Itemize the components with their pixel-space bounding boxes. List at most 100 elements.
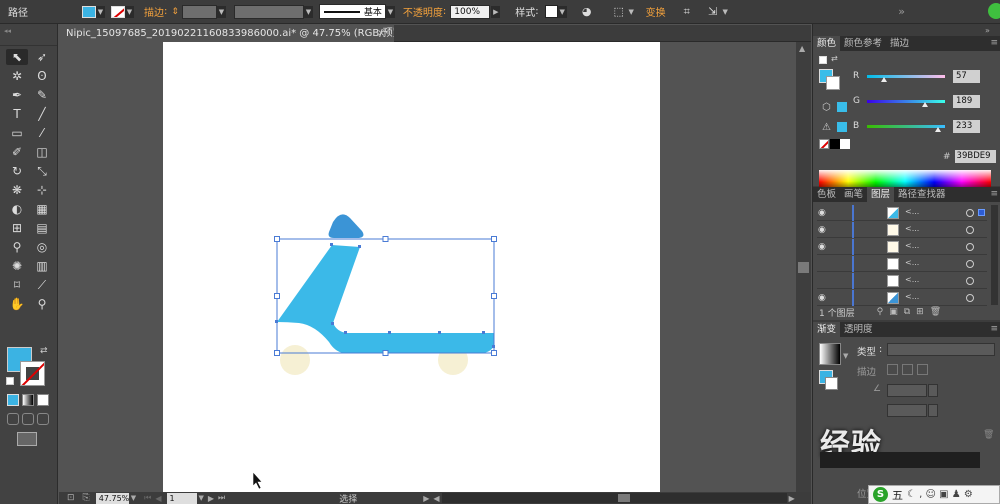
zoom-dropdown-icon[interactable]: ▼	[131, 494, 136, 502]
green-slider-knob[interactable]	[921, 101, 928, 107]
brush-definition-dropdown[interactable]: ▼	[385, 5, 395, 18]
stroke-dropdown-arrow[interactable]: ▼	[125, 5, 134, 18]
variable-width-field[interactable]	[233, 4, 304, 19]
close-tab-icon[interactable]: ×	[377, 25, 385, 42]
tab-transparency[interactable]: 透明度	[840, 322, 877, 337]
swap-fill-stroke-icon[interactable]: ⇄	[40, 346, 48, 356]
horizontal-scroll-thumb[interactable]	[617, 494, 630, 502]
stroke-color-box[interactable]	[20, 361, 45, 386]
gradient-angle-dropdown[interactable]	[928, 384, 938, 397]
document-tab[interactable]: Nipic_15097685_20190221160833986000.ai* …	[59, 25, 394, 42]
gradient-panel-menu-icon[interactable]: ≡	[987, 322, 1000, 337]
artboard-tool-icon[interactable]: ⌑	[6, 277, 28, 293]
opacity-field[interactable]: 100%	[450, 4, 491, 19]
stroke-gradient-within-icon[interactable]	[887, 364, 898, 375]
blend-tool-icon[interactable]: ◎	[31, 239, 53, 255]
tab-brushes[interactable]: 画笔	[840, 187, 867, 202]
rectangle-tool-icon[interactable]: ▭	[6, 125, 28, 141]
paintbrush-tool-icon[interactable]: ⁄	[31, 125, 53, 141]
gamut-swatch[interactable]	[837, 122, 847, 132]
fill-dropdown-arrow[interactable]: ▼	[96, 5, 105, 18]
red-value-field[interactable]: 57	[953, 69, 980, 83]
gradient-mode-icon[interactable]	[22, 394, 34, 406]
visibility-eye-icon[interactable]: ◉	[818, 293, 826, 303]
stroke-swatch[interactable]	[111, 5, 125, 18]
gradient-tool-icon[interactable]: ▤	[31, 220, 53, 236]
fill-swatch[interactable]	[82, 5, 96, 18]
ime-toolbar[interactable]: S 五 ☾ , ☺ ▣ ♟ ⚙	[868, 485, 1000, 504]
tab-layers[interactable]: 图层	[867, 187, 895, 202]
scooter-body-shape[interactable]	[277, 245, 494, 353]
recolor-artwork-icon[interactable]: ◕	[579, 4, 595, 20]
align-options-icon[interactable]: ⬚	[611, 4, 627, 20]
hscroll-right-arrow[interactable]: ▶	[789, 494, 795, 503]
rotate-tool-icon[interactable]: ↻	[6, 163, 28, 179]
default-colors-icon[interactable]	[6, 377, 14, 385]
stroke-weight-field[interactable]	[181, 4, 217, 19]
scale-tool-icon[interactable]: ⤡	[31, 163, 53, 179]
default-fill-stroke-icon[interactable]	[819, 56, 827, 64]
selection-tool-icon[interactable]: ⬉	[6, 49, 28, 65]
mesh-tool-icon[interactable]: ⊞	[6, 220, 28, 236]
green-slider[interactable]	[867, 99, 945, 107]
align-options-dropdown[interactable]: ▼	[627, 6, 636, 18]
dock-collapse-icon[interactable]: »	[985, 26, 990, 35]
canvas-area[interactable]	[59, 42, 796, 492]
stroke-gradient-across-icon[interactable]	[917, 364, 928, 375]
layer-name[interactable]: <...	[905, 224, 919, 233]
none-swatch[interactable]	[819, 139, 829, 149]
draw-inside-icon[interactable]	[37, 413, 49, 425]
export-icon[interactable]: ⎘	[83, 493, 90, 503]
pencil-tool-icon[interactable]: ✐	[6, 144, 28, 160]
layer-row[interactable]: ◉ <...	[817, 222, 987, 238]
layer-name[interactable]: <...	[905, 292, 919, 301]
ime-mode-label[interactable]: 五	[892, 487, 903, 503]
magic-wand-tool-icon[interactable]: ✲	[6, 68, 28, 84]
shape-builder-tool-icon[interactable]: ◐	[6, 201, 28, 217]
vertical-scroll-thumb[interactable]	[798, 262, 809, 273]
layer-row[interactable]: ◉ <...	[817, 239, 987, 255]
target-circle-icon[interactable]	[966, 209, 974, 217]
target-circle-icon[interactable]	[966, 243, 974, 251]
scroll-up-arrow-icon[interactable]: ▲	[799, 44, 805, 53]
panel-menu-icon[interactable]: »	[894, 4, 910, 20]
panel-stroke-swatch[interactable]	[826, 76, 840, 90]
prev-artboard-icon[interactable]: ◀	[155, 494, 161, 503]
brush-definition-select[interactable]: 基本	[318, 4, 386, 19]
slice-tool-icon[interactable]: ⟋	[31, 277, 53, 293]
gradient-preset-dropdown-icon[interactable]: ▼	[843, 352, 848, 360]
target-circle-icon[interactable]	[966, 294, 974, 302]
artboard[interactable]	[163, 42, 660, 492]
hscroll-left-arrow[interactable]: ◀	[433, 494, 439, 503]
isolate-icon[interactable]: ⌗	[679, 4, 695, 20]
create-layer-icon[interactable]: ⊞	[916, 307, 924, 317]
pen-tool-icon[interactable]: ✒	[6, 87, 28, 103]
stroke-label[interactable]: 描边	[144, 4, 164, 19]
locate-object-icon[interactable]: ⚲	[877, 307, 884, 317]
layer-row[interactable]: ◉ <...	[817, 205, 987, 221]
next-artboard-icon[interactable]: ▶	[208, 494, 214, 503]
tools-panel-grip[interactable]: ◂◂	[0, 24, 57, 46]
tab-color-guide[interactable]: 颜色参考	[840, 36, 886, 51]
line-tool-icon[interactable]: ╱	[31, 106, 53, 122]
lasso-tool-icon[interactable]: ʘ	[31, 68, 53, 84]
layer-row[interactable]: ◉ <...	[817, 290, 987, 306]
column-graph-tool-icon[interactable]: ▥	[31, 258, 53, 274]
type-tool-icon[interactable]: T	[6, 106, 28, 122]
layers-scrollbar[interactable]	[991, 205, 998, 305]
out-of-web-icon[interactable]: ⬡	[822, 102, 831, 113]
vertical-scrollbar[interactable]: ▲	[796, 42, 811, 492]
screen-mode-icon[interactable]	[17, 432, 37, 446]
gradient-type-select[interactable]	[887, 343, 995, 356]
target-circle-icon[interactable]	[966, 277, 974, 285]
zoom-field[interactable]: 47.75%	[95, 492, 129, 504]
blue-slider[interactable]	[867, 124, 945, 132]
tab-gradient[interactable]: 渐变	[813, 322, 841, 337]
gradient-stroke-swatch[interactable]	[825, 377, 838, 390]
white-swatch[interactable]	[840, 139, 850, 149]
sogou-logo-icon[interactable]: S	[873, 487, 888, 502]
red-slider-knob[interactable]	[881, 76, 888, 82]
symbol-sprayer-tool-icon[interactable]: ✺	[6, 258, 28, 274]
warp-tool-icon[interactable]: ❋	[6, 182, 28, 198]
tab-pathfinder[interactable]: 路径查找器	[894, 187, 950, 202]
